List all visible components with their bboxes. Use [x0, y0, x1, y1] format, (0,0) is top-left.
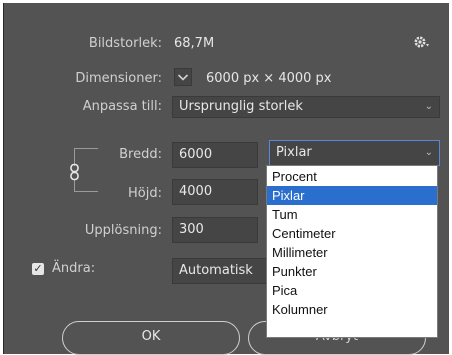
resolution-label: Upplösning: [84, 223, 162, 238]
gear-icon[interactable] [412, 33, 430, 51]
width-label: Bredd: [119, 147, 162, 162]
image-size-dialog: Bildstorlek: 68,7M Dimensioner: 6000 px … [3, 3, 449, 355]
unit-select[interactable]: Pixlar ⌄ [269, 140, 440, 166]
unit-option-procent[interactable]: Procent [267, 167, 437, 186]
unit-option-pica[interactable]: Pica [267, 281, 437, 300]
unit-option-centimeter[interactable]: Centimeter [267, 224, 437, 243]
ok-button[interactable]: OK [62, 321, 240, 355]
resample-checkbox[interactable]: ✓ [32, 263, 44, 275]
unit-dropdown-list: Procent Pixlar Tum Centimeter Millimeter… [266, 165, 438, 338]
resample-value: Automatisk [179, 263, 253, 278]
resolution-input[interactable]: 300 [172, 217, 258, 243]
unit-option-tum[interactable]: Tum [267, 205, 437, 224]
height-input[interactable]: 4000 [172, 179, 258, 205]
resample-select[interactable]: Automatisk [172, 258, 272, 284]
checkmark-icon: ✓ [33, 262, 43, 275]
unit-option-kolumner[interactable]: Kolumner [267, 300, 437, 319]
unit-option-punkter[interactable]: Punkter [267, 262, 437, 281]
unit-select-value: Pixlar [276, 145, 312, 160]
chevron-down-icon[interactable] [174, 68, 192, 86]
height-label: Höjd: [128, 186, 162, 201]
fit-to-label: Anpassa till: [82, 99, 162, 114]
dimensions-value: 6000 px × 4000 px [206, 71, 332, 86]
fit-to-value: Ursprunglig storlek [179, 99, 303, 114]
unit-option-pixlar[interactable]: Pixlar [267, 186, 437, 205]
fit-to-select[interactable]: Ursprunglig storlek ⌄ [172, 96, 440, 118]
dimensions-label: Dimensioner: [75, 71, 162, 86]
resample-label: Ändra: [52, 261, 96, 276]
chain-link-icon[interactable] [68, 163, 82, 181]
image-size-label: Bildstorlek: [88, 36, 162, 51]
image-size-value: 68,7M [174, 36, 215, 51]
unit-option-millimeter[interactable]: Millimeter [267, 243, 437, 262]
chevron-down-icon: ⌄ [424, 147, 433, 158]
chevron-down-icon: ⌄ [424, 101, 433, 112]
width-input[interactable]: 6000 [172, 142, 258, 168]
